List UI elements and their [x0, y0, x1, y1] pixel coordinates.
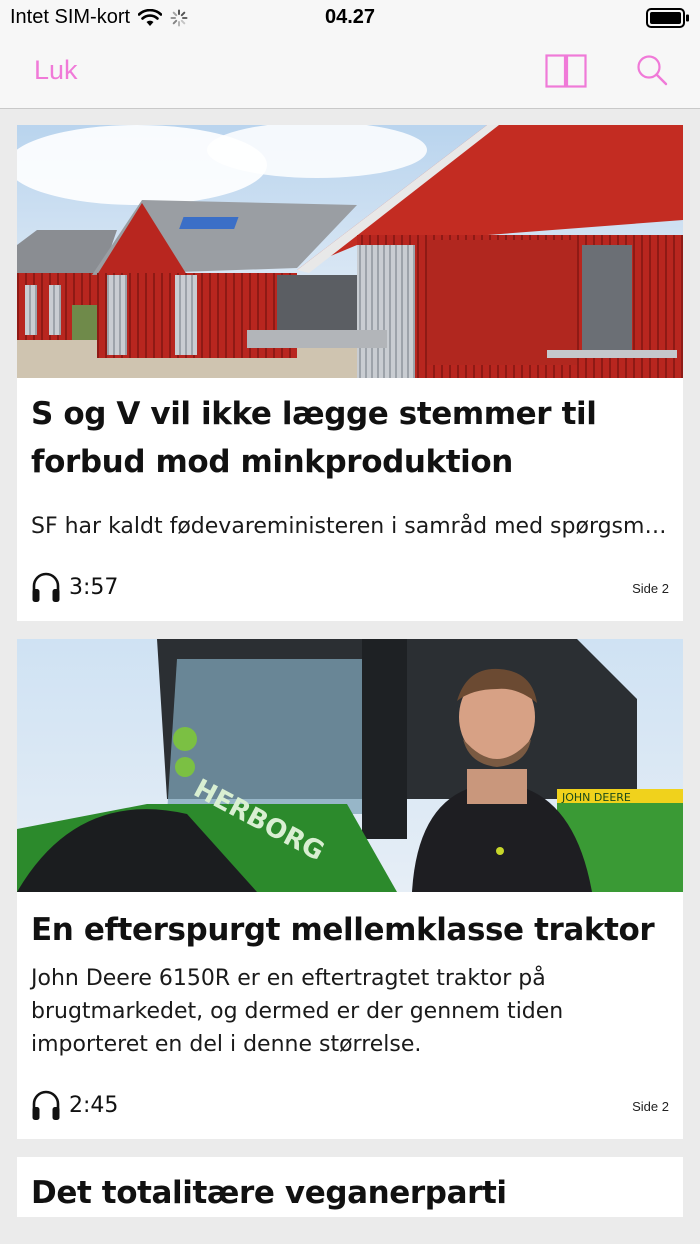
article-title: Det totalitære veganerparti: [31, 1175, 507, 1211]
headphones-icon: [32, 572, 60, 602]
search-icon[interactable]: [636, 54, 668, 86]
audio-play-button[interactable]: 3:57: [31, 571, 118, 603]
page-reference: Side 2: [632, 581, 669, 596]
two-column-layout-icon[interactable]: [545, 54, 587, 88]
navigation-bar: Luk: [0, 36, 700, 109]
article-card[interactable]: S og V vil ikke lægge stemmer til forbud…: [17, 125, 683, 621]
audio-duration: 3:57: [69, 574, 119, 600]
audio-duration: 2:45: [69, 1092, 119, 1118]
decal-text: JOHN DEERE: [561, 791, 631, 804]
article-title: En efterspurgt mellemklasse traktor: [31, 912, 655, 948]
article-title: S og V vil ikke lægge stemmer til forbud…: [31, 396, 597, 480]
article-card[interactable]: JOHN DEERE HERBORG En efterspurgt mellem…: [17, 639, 683, 1139]
article-footer: 2:45 Side 2: [17, 1061, 683, 1139]
status-bar: Intet SIM-kort 04.27: [0, 0, 700, 36]
article-summary: SF har kaldt fødevareministeren i samråd…: [31, 514, 683, 539]
article-card[interactable]: Det totalitære veganerparti: [17, 1157, 683, 1217]
headphones-icon: [32, 1090, 60, 1120]
close-button[interactable]: Luk: [34, 55, 78, 86]
article-summary: John Deere 6150R er en eftertragtet trak…: [31, 966, 564, 1057]
status-right: [646, 7, 690, 35]
battery-icon: [646, 8, 689, 28]
audio-play-button[interactable]: 2:45: [31, 1089, 118, 1121]
page-reference: Side 2: [632, 1099, 669, 1114]
article-feed: S og V vil ikke lægge stemmer til forbud…: [17, 125, 683, 1235]
article-footer: 3:57 Side 2: [17, 543, 683, 621]
status-time: 04.27: [324, 6, 376, 28]
article-image-mink-farm: [17, 125, 683, 378]
article-image-tractor: JOHN DEERE HERBORG: [17, 639, 683, 892]
